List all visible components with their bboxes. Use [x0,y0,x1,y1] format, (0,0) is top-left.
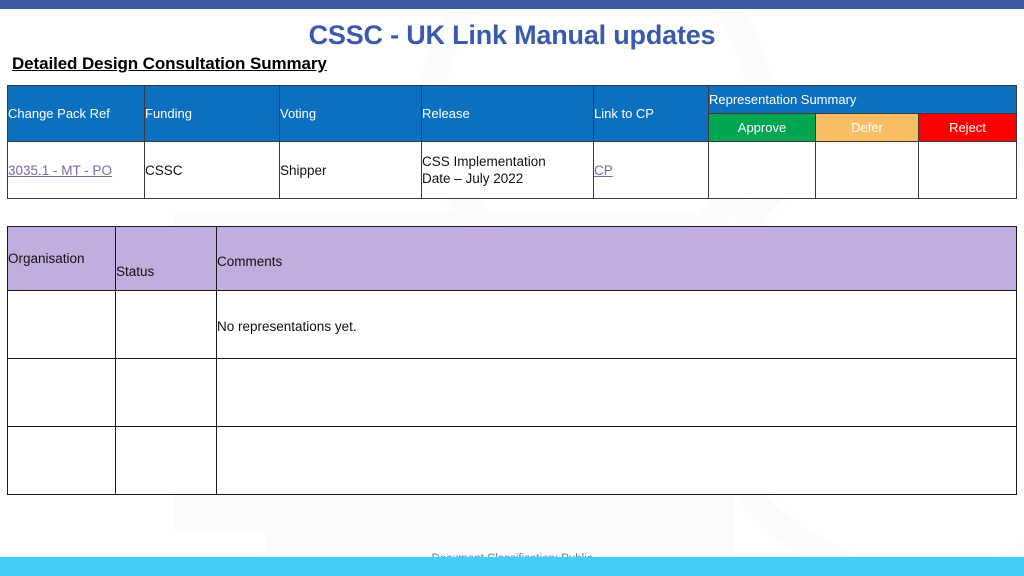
table-row [7,426,1017,495]
column-header-defer: Defer [815,113,919,142]
change-summary-table: Change Pack Ref Funding Voting Release L… [7,85,1017,199]
column-header-comments: Comments [216,226,1017,291]
page-title: CSSC - UK Link Manual updates [308,20,716,50]
cell-link-to-cp: CP [593,141,709,199]
cell-status [115,426,217,495]
column-header-voting: Voting [279,85,422,142]
cell-reject-count [918,141,1017,199]
comments-text: No representations yet. [217,319,357,334]
table-row: No representations yet. [7,290,1017,359]
table-header-row-top: Change Pack Ref Funding Voting Release L… [7,85,1017,142]
cell-voting: Shipper [279,141,422,199]
cell-comments [216,358,1017,427]
top-accent-bar [0,0,1024,9]
column-header-funding: Funding [144,85,280,142]
section-subtitle: Detailed Design Consultation Summary [12,54,327,73]
cell-organisation [7,426,116,495]
cell-defer-count [815,141,919,199]
table-row: 3035.1 - MT - PO CSSC Shipper CSS Implem… [7,141,1017,199]
cell-comments [216,426,1017,495]
table-row [7,358,1017,427]
cell-status [115,358,217,427]
column-header-release: Release [421,85,594,142]
cell-status [115,290,217,359]
slide-canvas: CSSC - UK Link Manual updates Detailed D… [0,0,1024,576]
column-header-link-to-cp: Link to CP [593,85,709,142]
cell-funding: CSSC [144,141,280,199]
column-header-change-pack-ref: Change Pack Ref [7,85,145,142]
cell-change-pack-ref: 3035.1 - MT - PO [7,141,145,199]
table-header-row: Organisation Status Comments [7,226,1017,291]
change-pack-ref-link[interactable]: 3035.1 - MT - PO [8,163,112,178]
cp-link[interactable]: CP [594,163,613,178]
cell-organisation [7,358,116,427]
cell-approve-count [708,141,816,199]
cell-release: CSS Implementation Date – July 2022 [421,141,594,199]
representations-table: Organisation Status Comments No represen… [7,226,1017,495]
cell-organisation [7,290,116,359]
release-line-1: CSS Implementation [422,154,546,169]
column-header-status: Status [115,226,217,291]
column-header-reject: Reject [918,113,1017,142]
cell-comments: No representations yet. [216,290,1017,359]
column-header-approve: Approve [708,113,816,142]
column-header-organisation: Organisation [7,226,116,291]
column-group-header-representation-summary: Representation Summary [708,85,1017,114]
release-line-2: Date – July 2022 [422,171,524,186]
footer-accent-bar [0,557,1024,576]
